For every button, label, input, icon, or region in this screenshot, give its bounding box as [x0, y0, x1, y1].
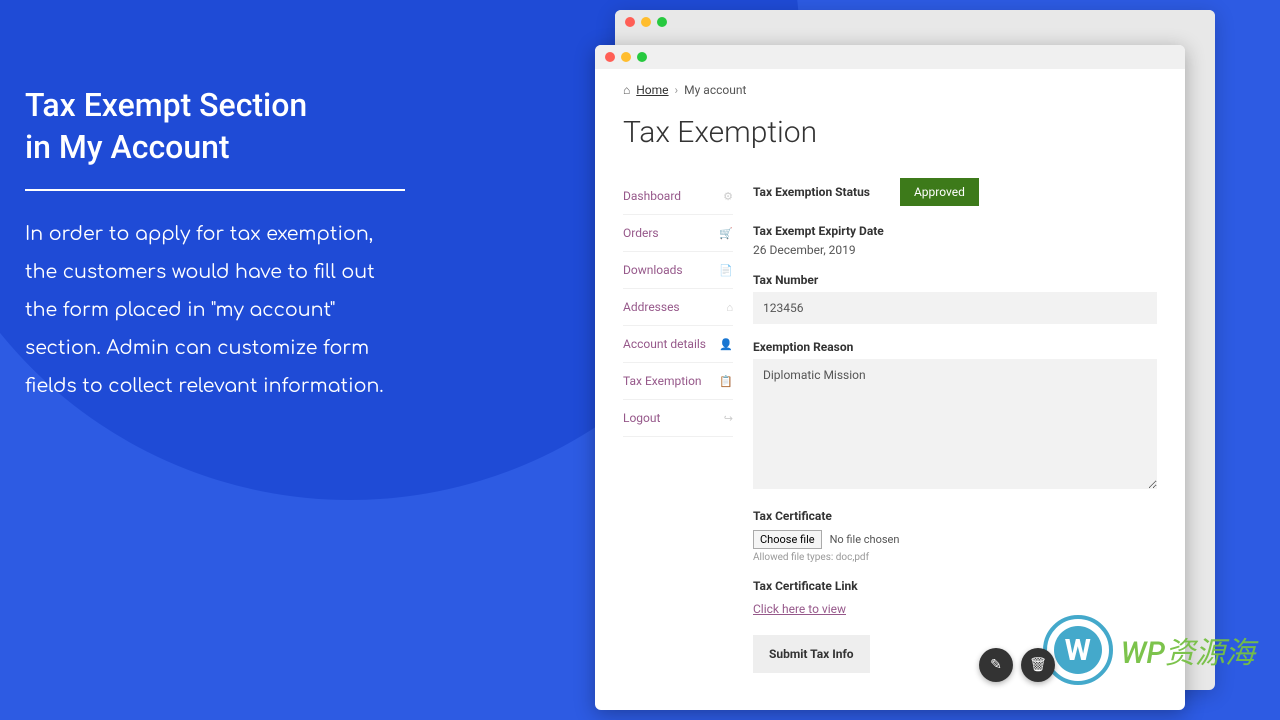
certificate-label: Tax Certificate	[753, 509, 1157, 523]
choose-file-button[interactable]: Choose file	[753, 530, 822, 549]
sidebar-item-downloads[interactable]: Downloads📄	[623, 252, 733, 289]
breadcrumb-home-link[interactable]: Home	[636, 83, 668, 97]
watermark-text: WP资源海	[1121, 628, 1255, 672]
maximize-icon[interactable]	[637, 52, 647, 62]
sidebar-item-tax-exemption[interactable]: Tax Exemption📋	[623, 363, 733, 400]
home-icon: ⌂	[726, 301, 733, 314]
minimize-icon[interactable]	[641, 17, 651, 27]
reason-label: Exemption Reason	[753, 340, 1157, 354]
expiry-label: Tax Exempt Expirty Date	[753, 224, 1157, 238]
window-titlebar	[595, 45, 1185, 69]
user-icon: 👤	[719, 338, 733, 351]
sidebar-item-logout[interactable]: Logout↪	[623, 400, 733, 437]
watermark: W WP资源海	[1043, 615, 1255, 685]
main-window: ⌂ Home › My account Tax Exemption Dashbo…	[595, 45, 1185, 710]
file-status: No file chosen	[830, 533, 900, 546]
status-label: Tax Exemption Status	[753, 185, 870, 199]
logout-icon: ↪	[724, 412, 733, 425]
reason-textarea[interactable]	[753, 359, 1157, 489]
home-icon: ⌂	[623, 83, 630, 97]
breadcrumb: ⌂ Home › My account	[623, 83, 1157, 97]
tax-number-label: Tax Number	[753, 273, 1157, 287]
sidebar-item-orders[interactable]: Orders🛒	[623, 215, 733, 252]
hero-description: In order to apply for tax exemption, the…	[25, 216, 405, 406]
clipboard-icon: 📋	[719, 375, 733, 388]
close-icon[interactable]	[625, 17, 635, 27]
hero-title: Tax Exempt Section in My Account	[25, 85, 405, 169]
submit-button[interactable]: Submit Tax Info	[753, 635, 870, 673]
delete-fab[interactable]: 🗑	[1021, 648, 1055, 682]
gauge-icon: ⚙	[723, 190, 733, 203]
file-hint: Allowed file types: doc,pdf	[753, 552, 1157, 563]
sidebar-item-addresses[interactable]: Addresses⌂	[623, 289, 733, 326]
floating-actions: ✎ 🗑	[979, 648, 1055, 682]
cart-icon: 🛒	[719, 227, 733, 240]
account-sidebar: Dashboard⚙ Orders🛒 Downloads📄 Addresses⌂…	[623, 178, 733, 673]
edit-fab[interactable]: ✎	[979, 648, 1013, 682]
page-title: Tax Exemption	[623, 115, 1157, 150]
divider	[25, 189, 405, 191]
tax-number-input[interactable]	[753, 292, 1157, 324]
breadcrumb-separator: ›	[675, 83, 679, 97]
cert-link[interactable]: Click here to view	[753, 602, 846, 616]
expiry-value: 26 December, 2019	[753, 243, 1157, 257]
status-badge: Approved	[900, 178, 979, 206]
breadcrumb-current: My account	[684, 83, 746, 97]
maximize-icon[interactable]	[657, 17, 667, 27]
minimize-icon[interactable]	[621, 52, 631, 62]
hero-panel: Tax Exempt Section in My Account In orde…	[25, 85, 405, 406]
pencil-icon: ✎	[990, 657, 1002, 673]
close-icon[interactable]	[605, 52, 615, 62]
file-icon: 📄	[719, 264, 733, 277]
sidebar-item-account-details[interactable]: Account details👤	[623, 326, 733, 363]
trash-icon: 🗑	[1029, 657, 1047, 673]
cert-link-label: Tax Certificate Link	[753, 579, 1157, 593]
main-content: Tax Exemption Status Approved Tax Exempt…	[753, 178, 1157, 673]
sidebar-item-dashboard[interactable]: Dashboard⚙	[623, 178, 733, 215]
